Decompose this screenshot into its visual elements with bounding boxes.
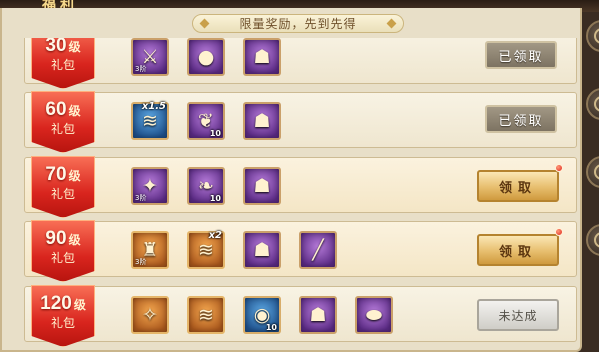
scroll-icon: ≋ [198, 304, 214, 326]
feather-icon: ✧ [142, 304, 158, 326]
level-line: 90 级 [45, 228, 80, 249]
reward-item[interactable]: ❧ 10 [187, 167, 225, 205]
level-number: 70 [45, 164, 67, 185]
reward-item[interactable]: ⚔ 3阶 [131, 38, 169, 76]
gold-sack-icon: ☗ [309, 304, 327, 326]
banner-ornament-left-icon [199, 18, 210, 29]
level-unit: 级 [68, 104, 81, 118]
level-unit: 级 [68, 169, 81, 183]
gift-pack-label: 礼包 [50, 316, 75, 330]
item-multiplier: x1.5 [141, 101, 166, 112]
level-number: 90 [45, 228, 67, 249]
reward-item[interactable]: ◉ 10 [243, 296, 281, 334]
reward-item[interactable]: ❦ 10 [187, 102, 225, 140]
reward-item[interactable]: ♜ 3阶 [131, 231, 169, 269]
level-line: 120 级 [40, 293, 86, 314]
level-line: 70 级 [45, 164, 80, 185]
reward-item[interactable]: ≋ x1.5 [131, 101, 169, 140]
gold-sack-icon: ☗ [253, 239, 271, 261]
gold-ingot-icon: ⬬ [365, 304, 383, 326]
reward-item[interactable]: ⬬ [355, 296, 393, 334]
not-reached-button: 未达成 [477, 299, 559, 331]
side-button-icon [594, 232, 599, 248]
item-count: 10 [209, 129, 221, 138]
reward-item[interactable]: ≋ [187, 296, 225, 334]
level-badge: 60 级礼包 [31, 91, 95, 153]
side-button-icon [594, 164, 599, 180]
item-tier: 3阶 [135, 194, 147, 202]
item-count: 10 [265, 323, 277, 332]
gift-pack-label: 礼包 [50, 58, 75, 72]
level-number: 60 [45, 99, 67, 120]
side-button-icon [594, 28, 599, 44]
reward-row-level-60: 60 级礼包 ≋ x1.5 ❦ 10 ☗ 已领取 [24, 91, 577, 153]
notification-dot-icon [555, 164, 563, 172]
item-multiplier: x2 [208, 230, 222, 241]
level-line: 30 级 [45, 38, 80, 56]
reward-row-level-90: 90 级礼包 ♜ 3阶 ≋ x2 ☗ ╱ 领取 [24, 220, 577, 282]
level-badge: 90 级礼包 [31, 220, 95, 282]
side-button-1[interactable] [586, 20, 599, 52]
reward-item[interactable]: ☗ [243, 167, 281, 205]
level-unit: 级 [73, 298, 86, 312]
reward-row-level-30: 30 级礼包 ⚔ 3阶 ● ☗ 已领取 [24, 38, 577, 89]
reward-item[interactable]: ✧ [131, 296, 169, 334]
banner-text: 限量奖励，先到先得 [239, 17, 357, 31]
level-unit: 级 [68, 40, 81, 54]
reward-item[interactable]: ☗ [243, 38, 281, 76]
gold-sack-icon: ☗ [253, 46, 271, 68]
claimed-button: 已领取 [485, 41, 557, 69]
reward-item[interactable]: ☗ [243, 231, 281, 269]
reward-row-level-120: 120 级礼包 ✧ ≋ ◉ 10 ☗ ⬬ 未达成 [24, 285, 577, 347]
item-tier: 3阶 [135, 258, 147, 266]
level-badge: 70 级礼包 [31, 156, 95, 218]
side-button-icon [594, 96, 599, 112]
welfare-screen: 福利 限量奖励，先到先得 30 级礼包 ⚔ 3阶 ● ☗ 已领取 60 级礼包 ≋ x1.5 ❦ 10 ☗… [0, 0, 599, 352]
gift-pack-label: 礼包 [50, 251, 75, 265]
level-number: 30 [45, 38, 67, 56]
level-line: 60 级 [45, 99, 80, 120]
reward-row-level-70: 70 级礼包 ✦ 3阶 ❧ 10 ☗ 领取 [24, 156, 577, 218]
notification-dot-icon [555, 228, 563, 236]
reward-item[interactable]: ● [187, 38, 225, 76]
brush-icon: ╱ [312, 239, 324, 261]
gold-sack-icon: ☗ [253, 175, 271, 197]
level-unit: 级 [68, 233, 81, 247]
item-count: 10 [209, 194, 221, 203]
side-button-2[interactable] [586, 88, 599, 120]
gift-pack-label: 礼包 [50, 187, 75, 201]
claimed-button: 已领取 [485, 105, 557, 133]
gold-sack-icon: ☗ [253, 110, 271, 132]
item-tier: 3阶 [135, 65, 147, 73]
gift-pack-label: 礼包 [50, 122, 75, 136]
claim-button[interactable]: 领取 [477, 170, 559, 202]
reward-item[interactable]: ≋ x2 [187, 230, 225, 269]
banner-ornament-right-icon [386, 18, 397, 29]
side-button-3[interactable] [586, 156, 599, 188]
side-button-4[interactable] [586, 224, 599, 256]
reward-item[interactable]: ☗ [243, 102, 281, 140]
reward-list[interactable]: 30 级礼包 ⚔ 3阶 ● ☗ 已领取 60 级礼包 ≋ x1.5 ❦ 10 ☗ 已领取 70 级礼包 ✦ 3阶 ❧ 1… [24, 38, 577, 352]
limited-reward-banner: 限量奖励，先到先得 [192, 14, 404, 33]
berries-icon: ● [197, 46, 215, 68]
reward-item[interactable]: ╱ [299, 231, 337, 269]
level-badge: 120 级礼包 [31, 285, 95, 347]
reward-item[interactable]: ☗ [299, 296, 337, 334]
claim-button[interactable]: 领取 [477, 234, 559, 266]
level-number: 120 [40, 293, 72, 314]
level-badge: 30 级礼包 [31, 38, 95, 89]
reward-item[interactable]: ✦ 3阶 [131, 167, 169, 205]
